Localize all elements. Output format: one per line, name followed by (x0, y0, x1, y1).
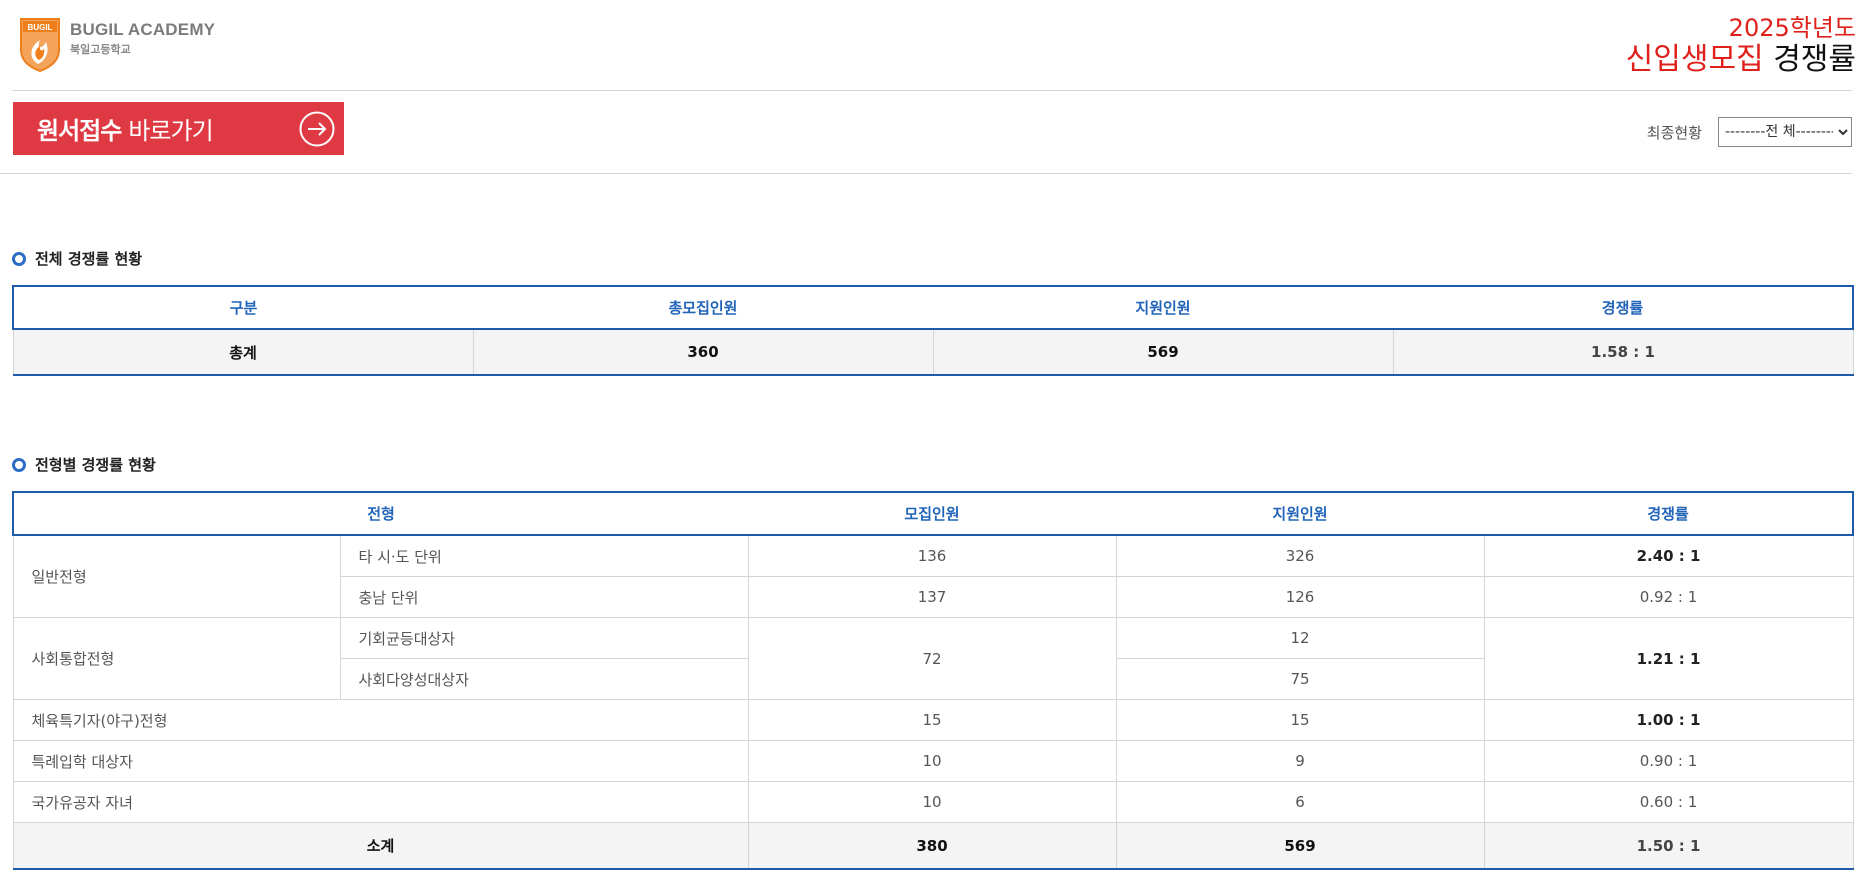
applicants-cell: 126 (1115, 576, 1485, 618)
ratio-cell: 0.90 : 1 (1483, 740, 1854, 782)
quota-cell: 360 (472, 328, 934, 376)
applicants-cell: 569 (932, 328, 1394, 376)
title-year: 2025학년도 (1728, 14, 1856, 42)
ratio-cell: 2.40 : 1 (1483, 534, 1854, 577)
table-row: 사회통합전형 기회균등대상자 72 12 1.21 : 1 (12, 617, 1854, 700)
table-header-row: 전형 모집인원 지원인원 경쟁률 (11, 491, 1855, 536)
logo-english-name: BUGIL ACADEMY (70, 20, 216, 39)
ratio-cell: 1.00 : 1 (1483, 699, 1854, 741)
quota-cell: 10 (747, 740, 1117, 782)
quota-cell: 136 (747, 534, 1117, 577)
column-header: 지원인원 (933, 285, 1393, 330)
bugil-shield-icon: BUGIL (20, 18, 60, 72)
subtotal-row: 소계 380 569 1.50 : 1 (12, 822, 1854, 870)
overall-section-title: 전체 경쟁률 현황 (12, 248, 142, 269)
applicants-cell: 326 (1115, 534, 1485, 577)
overall-table: 구분 총모집인원 지원인원 경쟁률 총계 360 569 1.58 : 1 (12, 285, 1854, 376)
by-type-section-label: 전형별 경쟁률 현황 (35, 456, 156, 474)
circle-bullet-icon (12, 251, 26, 266)
applicants-cell: 12 (1115, 617, 1485, 659)
by-type-table: 전형 모집인원 지원인원 경쟁률 일반전형 타 시·도 단위 136 326 2… (11, 491, 1855, 870)
subtotal-label: 소계 (12, 822, 749, 870)
type-label: 특례입학 대상자 (12, 740, 749, 782)
type-label: 일반전형 (12, 534, 341, 618)
type-select[interactable]: --------전 체-------- (1718, 117, 1852, 147)
column-header: 전형 (11, 491, 749, 536)
page-title: 2025학년도 신입생모집 경쟁률 (1626, 14, 1856, 78)
title-recruit: 신입생모집 (1625, 42, 1764, 77)
apply-button-label: 바로가기 (128, 117, 213, 145)
quota-cell: 137 (747, 576, 1117, 618)
quota-cell: 72 (747, 617, 1117, 700)
quota-cell: 15 (747, 699, 1117, 741)
apply-shortcut-button[interactable]: 원서접수 바로가기 (13, 102, 344, 155)
column-header: 지원인원 (1116, 491, 1485, 536)
applicants-cell: 6 (1115, 781, 1485, 823)
subtype-label: 충남 단위 (339, 576, 749, 618)
title-competition: 경쟁률 (1773, 42, 1856, 77)
overall-section-label: 전체 경쟁률 현황 (35, 250, 143, 268)
circle-bullet-icon (12, 457, 26, 472)
column-header: 총모집인원 (473, 285, 933, 330)
applicants-cell: 9 (1115, 740, 1485, 782)
table-row: 체육특기자(야구)전형 15 15 1.00 : 1 (12, 699, 1854, 741)
ratio-cell: 0.60 : 1 (1483, 781, 1854, 823)
column-header: 구분 (12, 285, 473, 330)
quota-cell: 10 (747, 781, 1117, 823)
apply-button-strong: 원서접수 (37, 117, 122, 145)
applicants-cell: 15 (1115, 699, 1485, 741)
ratio-cell: 1.50 : 1 (1483, 822, 1854, 870)
type-label: 국가유공자 자녀 (12, 781, 749, 823)
quota-cell: 380 (747, 822, 1117, 870)
school-logo[interactable]: BUGIL BUGIL ACADEMY 북일고등학교 (18, 16, 215, 72)
table-row: 국가유공자 자녀 10 6 0.60 : 1 (12, 781, 1854, 823)
ratio-cell: 1.21 : 1 (1483, 617, 1854, 700)
type-label: 사회통합전형 (12, 617, 341, 700)
table-row: 일반전형 타 시·도 단위 136 326 2.40 : 1 (12, 534, 1854, 618)
row-label: 총계 (12, 328, 474, 376)
filter-label: 최종현황 (1646, 123, 1702, 142)
toolbar: 원서접수 바로가기 최종현황 --------전 체-------- (0, 91, 1852, 174)
column-header: 모집인원 (748, 491, 1117, 536)
arrow-right-circle-icon (299, 111, 335, 147)
table-row: 특례입학 대상자 10 9 0.90 : 1 (12, 740, 1854, 782)
status-filter: 최종현황 --------전 체-------- (1647, 117, 1852, 147)
page-header: BUGIL BUGIL ACADEMY 북일고등학교 2025학년도 신입생모집… (12, 0, 1856, 91)
table-header-row: 구분 총모집인원 지원인원 경쟁률 (12, 285, 1854, 330)
column-header: 경쟁률 (1484, 491, 1855, 536)
applicants-cell: 569 (1115, 822, 1485, 870)
table-row: 총계 360 569 1.58 : 1 (12, 328, 1854, 376)
applicants-cell: 75 (1115, 658, 1485, 700)
svg-text:BUGIL: BUGIL (28, 23, 53, 32)
column-header: 경쟁률 (1393, 285, 1854, 330)
type-label: 체육특기자(야구)전형 (12, 699, 749, 741)
logo-korean-name: 북일고등학교 (70, 43, 131, 56)
ratio-cell: 1.58 : 1 (1392, 328, 1854, 376)
by-type-section-title: 전형별 경쟁률 현황 (12, 454, 156, 475)
ratio-cell: 0.92 : 1 (1483, 576, 1854, 618)
subtype-label: 기회균등대상자 (339, 617, 749, 659)
subtype-label: 타 시·도 단위 (339, 534, 749, 577)
subtype-label: 사회다양성대상자 (339, 658, 749, 700)
